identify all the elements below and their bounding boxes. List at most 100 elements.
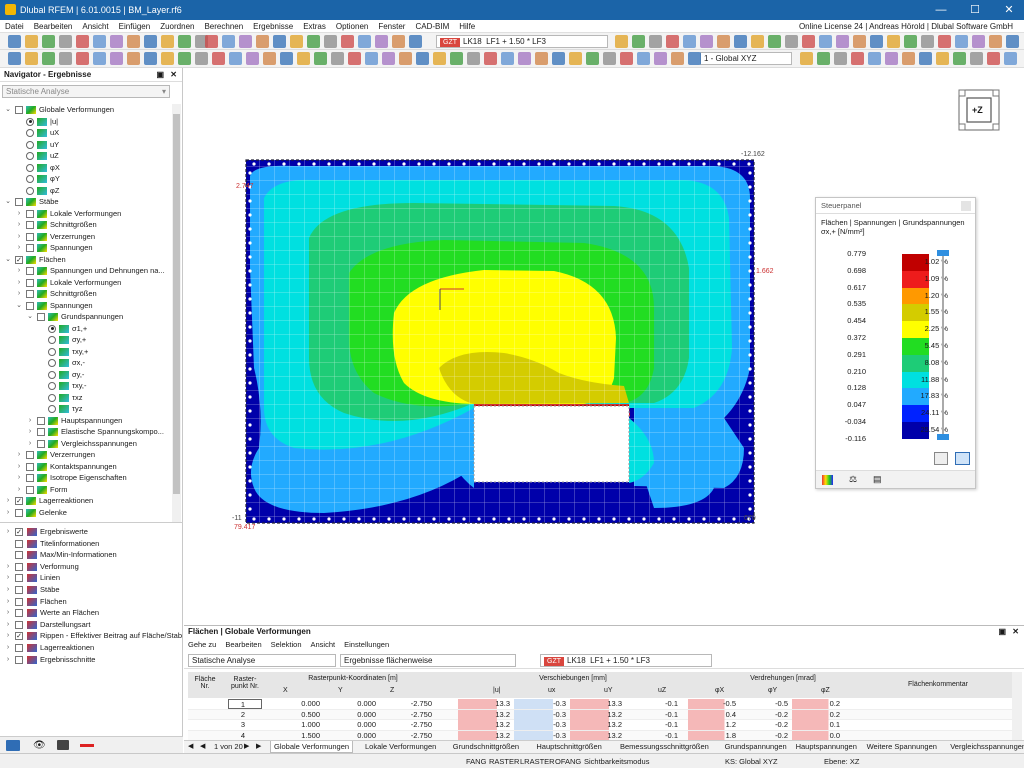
- toolbar-button[interactable]: [212, 52, 225, 65]
- radio-button[interactable]: [48, 370, 56, 379]
- toolbar-button[interactable]: [768, 35, 781, 48]
- toolbar-button[interactable]: [263, 52, 276, 65]
- checkbox[interactable]: [37, 416, 45, 425]
- panel-close-icon[interactable]: [961, 201, 971, 211]
- table-menu-item[interactable]: Selektion: [271, 640, 302, 649]
- display-tree-item[interactable]: Titelinformationen: [0, 538, 183, 550]
- expand-icon[interactable]: ›: [15, 461, 23, 473]
- table-filter-select[interactable]: Ergebnisse flächenweise: [340, 654, 516, 667]
- expand-icon[interactable]: ›: [15, 219, 23, 231]
- tree-item[interactable]: ⌄ Grundspannungen: [0, 311, 172, 323]
- checkbox[interactable]: [26, 485, 34, 494]
- toolbar-button[interactable]: [76, 35, 89, 48]
- menu-optionen[interactable]: Optionen: [331, 20, 373, 33]
- checkbox[interactable]: [26, 462, 34, 471]
- radio-button[interactable]: [26, 129, 34, 137]
- display-tree-item[interactable]: › Flächen: [0, 596, 183, 608]
- display-tree-item[interactable]: › ✓ Rippen - Effektiver Beitrag auf Fläche…: [0, 630, 183, 642]
- toolbar-button[interactable]: [870, 35, 883, 48]
- checkbox[interactable]: [15, 620, 23, 629]
- checkbox[interactable]: ✓: [15, 497, 23, 505]
- display-tree-item[interactable]: › Verformung: [0, 561, 183, 573]
- checkbox[interactable]: [15, 586, 23, 594]
- table-scrollbar[interactable]: [1012, 672, 1022, 740]
- tree-item[interactable]: › Isotrope Eigenschaften: [0, 472, 172, 484]
- status-lraster[interactable]: LRASTER: [520, 757, 555, 766]
- toolbar-button[interactable]: [382, 52, 395, 65]
- tree-item[interactable]: σx,-: [0, 357, 172, 369]
- expand-icon[interactable]: ›: [4, 619, 12, 631]
- maximize-button[interactable]: ☐: [962, 2, 988, 18]
- expand-icon[interactable]: ›: [4, 654, 12, 666]
- tree-item[interactable]: › Spannungen und Dehnungen na...: [0, 265, 172, 277]
- tree-item[interactable]: |u|: [0, 116, 172, 128]
- checkbox[interactable]: [26, 451, 34, 459]
- expand-icon[interactable]: ›: [4, 495, 12, 507]
- radio-button[interactable]: [48, 324, 56, 333]
- view-cube[interactable]: +Z: [957, 88, 1001, 132]
- toolbar-button[interactable]: [938, 35, 951, 48]
- toolbar-button[interactable]: [603, 52, 616, 65]
- toolbar-button[interactable]: [246, 52, 259, 65]
- table-tab[interactable]: Hauptschnittgrößen: [533, 741, 604, 753]
- toolbar-button[interactable]: [868, 52, 881, 65]
- toolbar-button[interactable]: [1006, 35, 1019, 48]
- toolbar-button[interactable]: [161, 35, 174, 48]
- toolbar-button[interactable]: [836, 35, 849, 48]
- tree-item[interactable]: › Verzerrungen: [0, 449, 172, 461]
- views-tab-icon[interactable]: [57, 740, 69, 750]
- table-row[interactable]: 4 1.500 0.000 -2.750 13.2 -0.3 13.2 -0.1 1.8 -0.2…: [188, 730, 1012, 740]
- table-pin-icon[interactable]: ▣: [998, 626, 1006, 638]
- legend-slider-min-handle[interactable]: [937, 434, 949, 440]
- expand-icon[interactable]: ›: [26, 426, 34, 438]
- menu-fenster[interactable]: Fenster: [373, 20, 410, 33]
- collapse-icon[interactable]: ⌄: [4, 196, 12, 208]
- tree-item[interactable]: σy,-: [0, 369, 172, 381]
- toolbar-button[interactable]: [399, 52, 412, 65]
- tree-item[interactable]: › Gelenke: [0, 507, 172, 519]
- expand-icon[interactable]: ›: [15, 472, 23, 484]
- toolbar-button[interactable]: [178, 52, 191, 65]
- tree-item[interactable]: τyz: [0, 403, 172, 415]
- load-case-select[interactable]: GZT LK18 LF1 + 1.50 * LF3: [436, 35, 608, 48]
- checkbox[interactable]: [26, 232, 34, 241]
- close-button[interactable]: ✕: [996, 2, 1022, 18]
- checkbox[interactable]: [26, 290, 34, 298]
- tree-item[interactable]: › Form: [0, 484, 172, 496]
- toolbar-button[interactable]: [8, 35, 21, 48]
- toolbar-button[interactable]: [273, 35, 286, 48]
- checkbox[interactable]: [15, 655, 23, 664]
- toolbar-button[interactable]: [307, 35, 320, 48]
- expand-icon[interactable]: ›: [15, 242, 23, 254]
- expand-icon[interactable]: ›: [15, 265, 23, 277]
- tree-item[interactable]: uY: [0, 139, 172, 151]
- factors-tab-icon[interactable]: ⚖: [849, 474, 857, 485]
- toolbar-button[interactable]: [1004, 52, 1017, 65]
- toolbar-button[interactable]: [902, 52, 915, 65]
- menu-extras[interactable]: Extras: [298, 20, 331, 33]
- table-tab[interactable]: Grundschnittgrößen: [450, 741, 522, 753]
- toolbar-button[interactable]: [205, 35, 218, 48]
- toolbar-button[interactable]: [615, 35, 628, 48]
- tree-item[interactable]: ⌄ Spannungen: [0, 300, 172, 312]
- color-scale-tab-icon[interactable]: [822, 475, 833, 485]
- toolbar-button[interactable]: [688, 52, 701, 65]
- toolbar-button[interactable]: [717, 35, 730, 48]
- toolbar-button[interactable]: [127, 52, 140, 65]
- menu-ergebnisse[interactable]: Ergebnisse: [248, 20, 298, 33]
- toolbar-button[interactable]: [484, 52, 497, 65]
- checkbox[interactable]: [37, 439, 45, 448]
- toolbar-button[interactable]: [8, 52, 21, 65]
- menu-zuordnen[interactable]: Zuordnen: [155, 20, 199, 33]
- legend-slider-track[interactable]: [942, 254, 944, 439]
- radio-button[interactable]: [48, 382, 56, 390]
- toolbar-button[interactable]: [683, 35, 696, 48]
- radio-button[interactable]: [26, 175, 34, 183]
- toolbar-button[interactable]: [953, 52, 966, 65]
- collapse-icon[interactable]: ⌄: [15, 300, 23, 312]
- toolbar-button[interactable]: [239, 35, 252, 48]
- results-tab-icon[interactable]: [80, 744, 94, 747]
- tree-item[interactable]: φY: [0, 173, 172, 185]
- toolbar-button[interactable]: [904, 35, 917, 48]
- toolbar-button[interactable]: [649, 35, 662, 48]
